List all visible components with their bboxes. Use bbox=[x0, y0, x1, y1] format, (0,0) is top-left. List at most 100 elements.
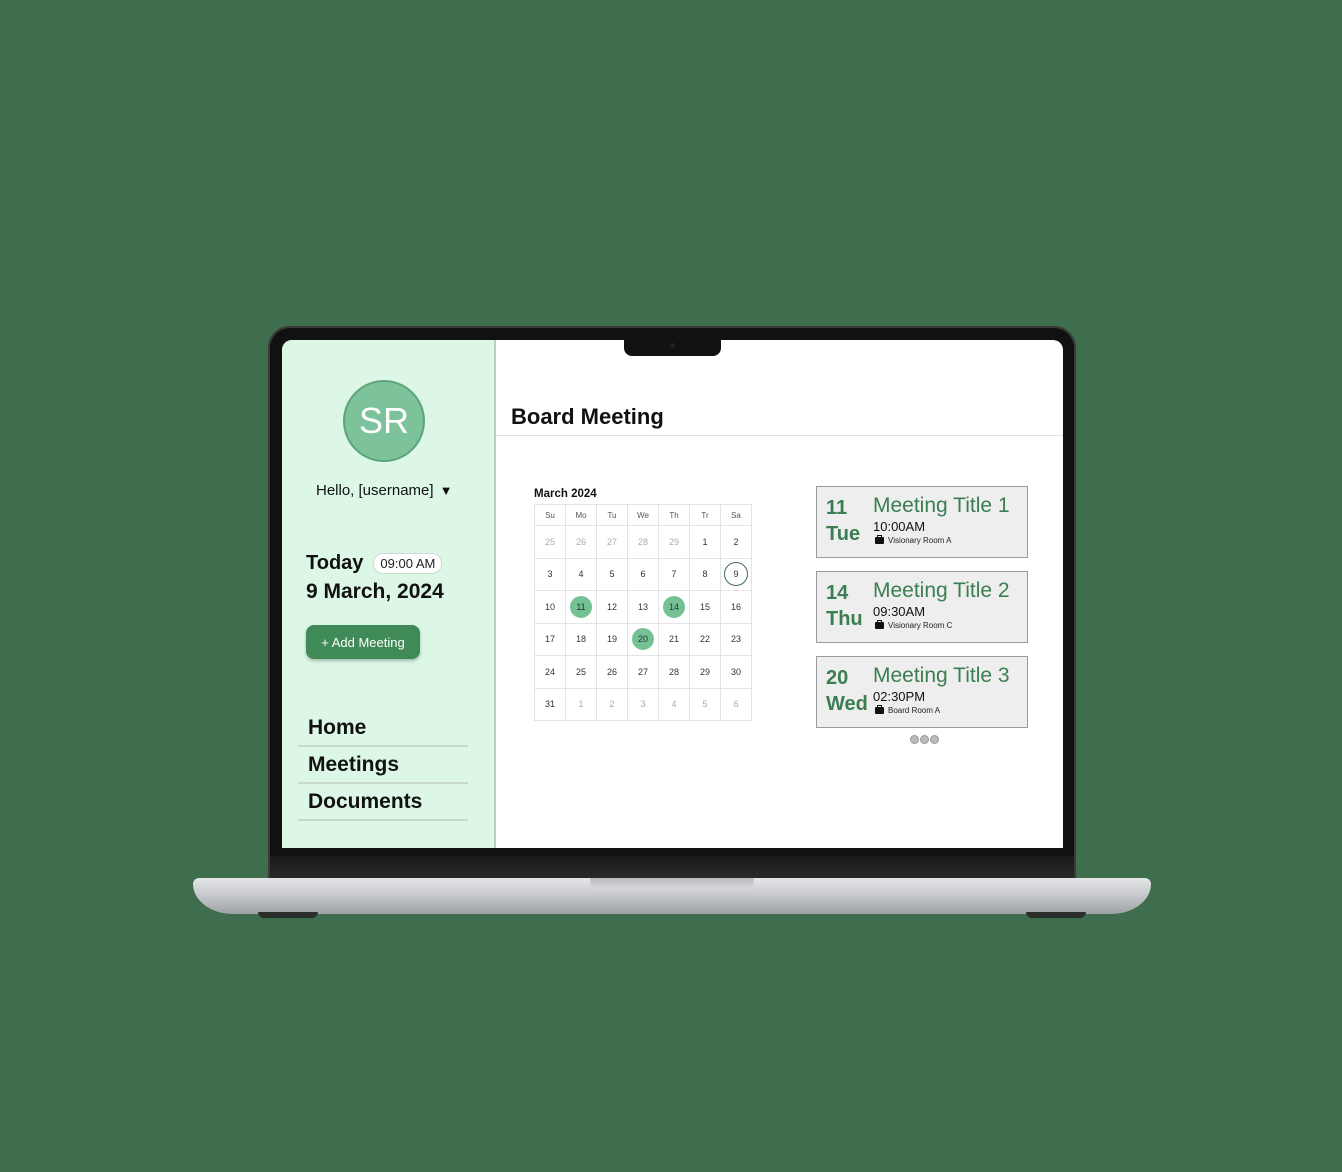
calendar-day-number: 1 bbox=[702, 536, 708, 547]
calendar-day-cell[interactable]: 17 bbox=[534, 622, 566, 656]
calendar-day-cell[interactable]: 13 bbox=[627, 590, 659, 624]
calendar-day-cell[interactable]: 19 bbox=[596, 622, 628, 656]
calendar-day-cell[interactable]: 28 bbox=[658, 655, 690, 689]
meeting-room-label: Board Room A bbox=[888, 706, 941, 715]
calendar-day-number: 20 bbox=[632, 628, 654, 651]
calendar-day-number: 2 bbox=[609, 699, 615, 710]
calendar-day-cell[interactable]: 15 bbox=[689, 590, 721, 624]
calendar-day-cell[interactable]: 30 bbox=[720, 655, 752, 689]
nav-item-meetings[interactable]: Meetings bbox=[298, 751, 468, 784]
calendar-day-number: 10 bbox=[544, 601, 555, 612]
add-meeting-button[interactable]: + Add Meeting bbox=[306, 625, 420, 659]
calendar-day-number: 12 bbox=[606, 601, 617, 612]
camera-notch bbox=[624, 338, 721, 356]
meeting-card[interactable]: 14 Thu Meeting Title 2 09:30AM Visionary Roo… bbox=[816, 571, 1028, 643]
nav-item-home[interactable]: Home bbox=[298, 714, 468, 747]
laptop-bottom-bezel bbox=[270, 856, 1074, 880]
main-nav: Home Meetings Documents bbox=[298, 714, 468, 825]
meeting-room: Board Room A bbox=[875, 705, 941, 715]
calendar-body: 25 26 27 28 29 1 2 3 4 5 6 7 8 9 10 11 12 13 14 15 16 17 18 19 2… bbox=[534, 525, 752, 721]
calendar-day-cell[interactable]: 4 bbox=[565, 557, 597, 591]
calendar-day-cell[interactable]: 25 bbox=[565, 655, 597, 689]
calendar-day-cell[interactable]: 9 bbox=[720, 557, 752, 591]
calendar-day-cell[interactable]: 27 bbox=[627, 655, 659, 689]
calendar-day-cell[interactable]: 31 bbox=[534, 687, 566, 721]
meeting-time: 02:30PM bbox=[873, 689, 926, 704]
calendar-month-label: March 2024 bbox=[534, 488, 597, 500]
calendar-day-cell[interactable]: 2 bbox=[596, 687, 628, 721]
meeting-time: 09:30AM bbox=[873, 604, 926, 619]
calendar-day-cell[interactable]: 21 bbox=[658, 622, 690, 656]
meeting-card[interactable]: 20 Wed Meeting Title 3 02:30PM Board Room A bbox=[816, 656, 1028, 728]
main-content: Board Meeting March 2024 Su Mo Tu We Th … bbox=[496, 340, 1063, 848]
page-dot[interactable] bbox=[920, 735, 929, 744]
meeting-time: 10:00AM bbox=[873, 519, 926, 534]
calendar-day-cell[interactable]: 29 bbox=[658, 525, 690, 559]
weekday-header: Tu bbox=[596, 504, 628, 526]
calendar-day-cell[interactable]: 27 bbox=[596, 525, 628, 559]
calendar-day-cell[interactable]: 22 bbox=[689, 622, 721, 656]
calendar-day-cell[interactable]: 29 bbox=[689, 655, 721, 689]
calendar-day-number: 3 bbox=[640, 699, 646, 710]
calendar-week-row: 25 26 27 28 29 1 2 bbox=[534, 525, 752, 559]
calendar-day-cell[interactable]: 18 bbox=[565, 622, 597, 656]
page-dot[interactable] bbox=[910, 735, 919, 744]
nav-item-documents[interactable]: Documents bbox=[298, 788, 468, 821]
calendar-day-cell[interactable]: 2 bbox=[720, 525, 752, 559]
calendar-day-cell[interactable]: 20 bbox=[627, 622, 659, 656]
calendar-day-cell[interactable]: 5 bbox=[689, 687, 721, 721]
calendar-day-number: 26 bbox=[606, 666, 617, 677]
calendar-day-number: 25 bbox=[575, 666, 586, 677]
meeting-room-label: Visionary Room C bbox=[888, 621, 953, 630]
calendar-day-cell[interactable]: 16 bbox=[720, 590, 752, 624]
laptop-foot bbox=[258, 912, 318, 918]
calendar-week-row: 10 11 12 13 14 15 16 bbox=[534, 590, 752, 624]
calendar-week-row: 24 25 26 27 28 29 30 bbox=[534, 655, 752, 689]
avatar[interactable]: SR bbox=[343, 380, 425, 462]
current-time: 09:00 AM bbox=[373, 553, 443, 574]
briefcase-icon bbox=[875, 620, 884, 629]
calendar-day-number: 26 bbox=[575, 536, 586, 547]
calendar-day-cell[interactable]: 1 bbox=[565, 687, 597, 721]
calendar-day-cell[interactable]: 28 bbox=[627, 525, 659, 559]
calendar-day-number: 4 bbox=[671, 699, 677, 710]
calendar-day-cell[interactable]: 8 bbox=[689, 557, 721, 591]
calendar-day-number: 5 bbox=[702, 699, 708, 710]
calendar-day-cell[interactable]: 10 bbox=[534, 590, 566, 624]
calendar-day-cell[interactable]: 1 bbox=[689, 525, 721, 559]
calendar-week-row: 31 1 2 3 4 5 6 bbox=[534, 687, 752, 721]
calendar-day-cell[interactable]: 12 bbox=[596, 590, 628, 624]
calendar-day-cell[interactable]: 4 bbox=[658, 687, 690, 721]
meeting-room: Visionary Room A bbox=[875, 535, 951, 545]
calendar-day-cell[interactable]: 23 bbox=[720, 622, 752, 656]
calendar-day-number: 14 bbox=[663, 595, 685, 618]
calendar-day-number: 17 bbox=[544, 634, 555, 645]
calendar-day-cell[interactable]: 25 bbox=[534, 525, 566, 559]
today-label: Today bbox=[306, 552, 364, 574]
calendar-day-cell[interactable]: 7 bbox=[658, 557, 690, 591]
calendar-day-cell[interactable]: 5 bbox=[596, 557, 628, 591]
weekday-header: Sa bbox=[720, 504, 752, 526]
laptop-opening-lip bbox=[590, 878, 754, 890]
calendar-day-cell[interactable]: 26 bbox=[565, 525, 597, 559]
meeting-card[interactable]: 11 Tue Meeting Title 1 10:00AM Visionary Roo… bbox=[816, 486, 1028, 558]
calendar-day-number: 13 bbox=[637, 601, 648, 612]
user-menu[interactable]: Hello, [username] ▼ bbox=[316, 482, 452, 499]
meeting-day-number: 20 bbox=[826, 667, 849, 689]
calendar-day-cell[interactable]: 24 bbox=[534, 655, 566, 689]
calendar-day-cell[interactable]: 6 bbox=[720, 687, 752, 721]
pagination-dots[interactable] bbox=[910, 735, 939, 744]
sidebar: SR Hello, [username] ▼ Today 09:00 AM 9 … bbox=[282, 340, 496, 848]
calendar-day-cell[interactable]: 14 bbox=[658, 590, 690, 624]
calendar-day-number: 11 bbox=[570, 595, 592, 618]
calendar-day-number: 29 bbox=[668, 536, 679, 547]
current-date: 9 March, 2024 bbox=[306, 580, 444, 603]
calendar-day-cell[interactable]: 6 bbox=[627, 557, 659, 591]
calendar-day-cell[interactable]: 11 bbox=[565, 590, 597, 624]
caret-down-icon: ▼ bbox=[439, 483, 453, 498]
calendar-day-cell[interactable]: 26 bbox=[596, 655, 628, 689]
page-dot[interactable] bbox=[930, 735, 939, 744]
app-screen: SR Hello, [username] ▼ Today 09:00 AM 9 … bbox=[282, 340, 1063, 848]
calendar-day-cell[interactable]: 3 bbox=[534, 557, 566, 591]
calendar-day-cell[interactable]: 3 bbox=[627, 687, 659, 721]
